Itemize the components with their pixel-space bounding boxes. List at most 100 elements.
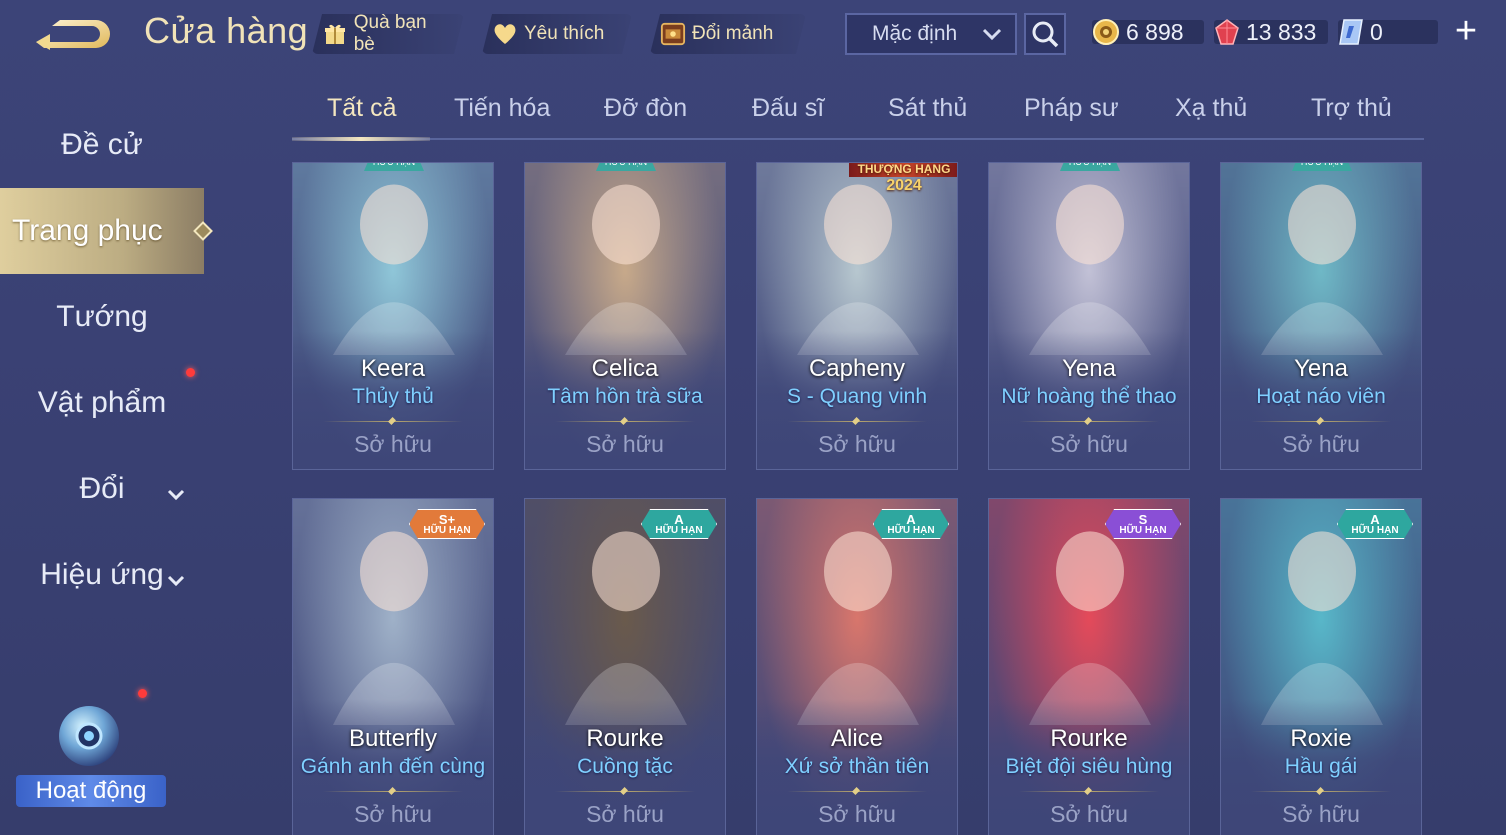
ticket-amount: 0 — [1370, 18, 1383, 45]
add-currency-button[interactable]: + — [1448, 12, 1484, 50]
ranked-season-badge: THƯỢNG HẠNG 2024 — [849, 163, 957, 199]
plus-icon: + — [1454, 10, 1478, 52]
card-divider — [787, 421, 927, 422]
ticket-currency: 0 — [1338, 16, 1383, 48]
skin-card[interactable]: S HỮU HẠN Rourke Biệt đội siêu hùng Sở hữu — [988, 498, 1190, 835]
skin-name: Thủy thủ — [352, 385, 434, 408]
tab-label: Tiến hóa — [454, 94, 551, 122]
tab-label: Sát thủ — [888, 94, 968, 122]
tab-label: Tất cả — [327, 94, 397, 122]
limited-tier-badge: A HỮU HẠN — [1337, 509, 1413, 539]
skin-card[interactable]: HỮU HẠN Yena Hoạt náo viên Sở hữu — [1220, 162, 1422, 470]
tab-fighter[interactable]: Đấu sĩ — [752, 94, 824, 123]
tab-tank[interactable]: Đỡ đòn — [604, 94, 687, 123]
owned-status: Sở hữu — [354, 431, 432, 457]
skin-card[interactable]: HỮU HẠN Celica Tâm hồn trà sữa Sở hữu — [524, 162, 726, 470]
chevron-down-icon — [166, 477, 186, 511]
chevron-down-icon — [981, 24, 1003, 50]
friend-gift-button[interactable]: Quà bạn bè — [312, 14, 464, 54]
page-title: Cửa hàng — [144, 10, 309, 51]
tab-assassin[interactable]: Sát thủ — [888, 94, 967, 123]
owned-status: Sở hữu — [1282, 431, 1360, 457]
ranked-badge-year: 2024 — [886, 177, 922, 194]
skin-card[interactable]: A HỮU HẠN Rourke Cuồng tặc Sở hữu — [524, 498, 726, 835]
ticket-voucher-icon — [1339, 19, 1363, 45]
hero-figure-icon — [1261, 184, 1383, 355]
hero-name: Keera — [360, 355, 426, 382]
limited-tier-badge: A HỮU HẠN — [641, 509, 717, 539]
skin-card[interactable]: HỮU HẠN Keera Thủy thủ Sở hữu — [292, 162, 494, 470]
card-divider — [555, 421, 695, 422]
sidebar-item-exchange[interactable]: Đổi — [0, 446, 204, 532]
sidebar-item-recommended[interactable]: Đề cử — [0, 102, 204, 188]
tab-support[interactable]: Trợ thủ — [1311, 94, 1392, 123]
owned-status: Sở hữu — [818, 801, 896, 827]
gift-icon — [322, 21, 348, 47]
hero-name: Rourke — [586, 725, 664, 752]
tab-evolution[interactable]: Tiến hóa — [454, 94, 550, 123]
limited-badge: HỮU HẠN — [364, 163, 424, 171]
hero-name: Celica — [591, 355, 659, 382]
tab-all[interactable]: Tất cả — [327, 94, 396, 123]
card-divider — [1251, 421, 1391, 422]
favorite-label: Yêu thích — [524, 23, 605, 44]
owned-status: Sở hữu — [1050, 801, 1128, 827]
hero-name: Capheny — [808, 355, 906, 382]
skin-name: Gánh anh đến cùng — [300, 755, 486, 778]
hero-name: Rourke — [1050, 725, 1128, 752]
hero-name: Alice — [830, 725, 884, 752]
badge-tier: A — [674, 511, 684, 527]
owned-status: Sở hữu — [1282, 801, 1360, 827]
sort-selected-value: Mặc định — [872, 22, 958, 45]
search-icon — [1032, 21, 1059, 48]
chevron-down-icon — [166, 563, 186, 597]
sidebar-item-outfits[interactable]: Trang phục — [0, 188, 204, 274]
tab-label: Trợ thủ — [1311, 94, 1392, 122]
back-arrow-icon — [36, 20, 110, 50]
skin-name: Hoạt náo viên — [1256, 385, 1386, 408]
tab-label: Đỡ đòn — [604, 94, 688, 122]
activity-button[interactable]: Hoạt động — [12, 690, 166, 810]
sidebar-item-heroes[interactable]: Tướng — [0, 274, 204, 360]
skin-card[interactable]: HỮU HẠN Yena Nữ hoàng thể thao Sở hữu — [988, 162, 1190, 470]
skin-name: S - Quang vinh — [786, 385, 928, 408]
limited-tier-badge: S HỮU HẠN — [1105, 509, 1181, 539]
skin-card[interactable]: A HỮU HẠN Roxie Hầu gái Sở hữu — [1220, 498, 1422, 835]
ranked-badge-title: THƯỢNG HẠNG — [849, 163, 957, 177]
favorite-button[interactable]: Yêu thích — [482, 14, 632, 54]
badge-tier: S+ — [438, 511, 456, 527]
card-divider — [1019, 421, 1159, 422]
skin-card[interactable]: A HỮU HẠN Alice Xứ sở thần tiên Sở hữu — [756, 498, 958, 835]
skin-card[interactable]: THƯỢNG HẠNG 2024 Capheny S - Quang vinh Sở h… — [756, 162, 958, 470]
card-divider — [323, 421, 463, 422]
skin-name: Cuồng tặc — [577, 755, 673, 778]
hero-name: Yena — [1294, 355, 1348, 382]
card-divider — [787, 791, 927, 792]
activity-orb-icon — [59, 706, 119, 766]
back-button[interactable] — [30, 12, 114, 56]
tab-mage[interactable]: Pháp sư — [1024, 94, 1119, 123]
skin-name: Biệt đội siêu hùng — [1005, 755, 1173, 778]
tab-marksman[interactable]: Xạ thủ — [1175, 94, 1247, 123]
sidebar-item-items[interactable]: Vật phẩm — [0, 360, 204, 446]
sidebar-item-effects[interactable]: Hiệu ứng — [0, 532, 204, 618]
owned-status: Sở hữu — [818, 431, 896, 457]
card-divider — [1251, 791, 1391, 792]
shard-exchange-button[interactable]: Đổi mảnh — [650, 14, 806, 54]
badge-limited-label: HỮU HẠN — [1351, 524, 1399, 536]
skin-name: Nữ hoàng thể thao — [1001, 385, 1177, 408]
notification-dot — [186, 368, 195, 377]
limited-tier-badge: S+ HỮU HẠN — [409, 509, 485, 539]
skin-card[interactable]: S+ HỮU HẠN Butterfly Gánh anh đến cùng Sở hữ… — [292, 498, 494, 835]
owned-status: Sở hữu — [1050, 431, 1128, 457]
treasure-chest-icon — [660, 21, 686, 47]
search-button[interactable] — [1024, 13, 1066, 55]
badge-limited-label: HỮU HẠN — [423, 524, 471, 536]
active-tab-indicator — [292, 137, 430, 141]
heart-icon — [492, 21, 518, 47]
limited-badge: HỮU HẠN — [1292, 163, 1352, 171]
sort-dropdown[interactable]: Mặc định — [845, 13, 1017, 55]
tab-label: Đấu sĩ — [752, 94, 825, 122]
limited-badge: HỮU HẠN — [1060, 163, 1120, 171]
skin-name: Tâm hồn trà sữa — [547, 385, 703, 408]
